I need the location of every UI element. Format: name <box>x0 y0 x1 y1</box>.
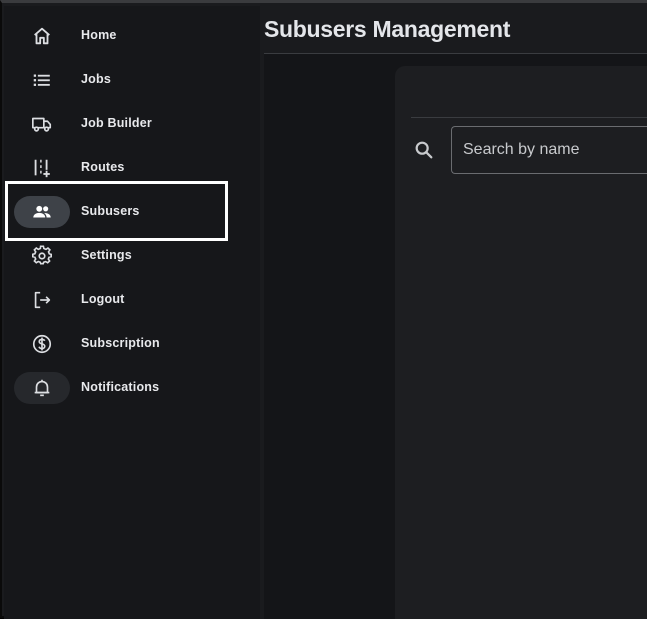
sidebar-item-notifications[interactable]: Notifications <box>4 365 260 409</box>
dollar-circle-icon <box>14 328 70 360</box>
subusers-card <box>395 66 647 619</box>
sidebar-item-label: Jobs <box>81 72 111 86</box>
selection-highlight <box>5 181 228 241</box>
sidebar-item-logout[interactable]: Logout <box>4 277 260 321</box>
truck-icon <box>14 108 70 140</box>
sidebar-item-label: Logout <box>81 292 125 306</box>
logout-icon <box>14 284 70 316</box>
main-content: Subusers Management <box>260 6 647 619</box>
sidebar-item-job-builder[interactable]: Job Builder <box>4 101 260 145</box>
sidebar-item-label: Subscription <box>81 336 160 350</box>
page-title: Subusers Management <box>264 16 511 42</box>
sidebar-item-label: Routes <box>81 160 125 174</box>
sidebar: Home Jobs Job Builder Routes Subusers Se… <box>4 6 260 619</box>
sidebar-item-home[interactable]: Home <box>4 13 260 57</box>
home-icon <box>14 20 70 52</box>
bell-icon <box>14 372 70 404</box>
list-icon <box>14 64 70 96</box>
sidebar-item-label: Job Builder <box>81 116 152 130</box>
search-input[interactable] <box>451 126 647 174</box>
card-divider <box>411 117 647 118</box>
sidebar-item-jobs[interactable]: Jobs <box>4 57 260 101</box>
routes-icon <box>14 152 70 184</box>
sidebar-item-subscription[interactable]: Subscription <box>4 321 260 365</box>
search-icon <box>415 141 433 159</box>
gear-icon <box>14 240 70 272</box>
sidebar-item-label: Home <box>81 28 117 42</box>
sidebar-item-label: Notifications <box>81 380 160 394</box>
sidebar-item-label: Settings <box>81 248 132 262</box>
app-window: Home Jobs Job Builder Routes Subusers Se… <box>0 0 647 619</box>
